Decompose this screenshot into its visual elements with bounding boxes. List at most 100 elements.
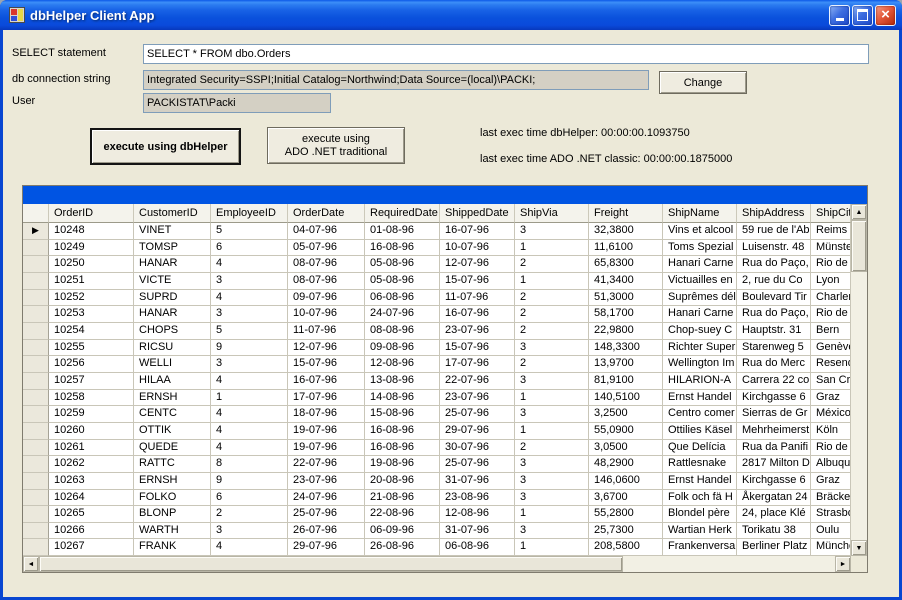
cell[interactable]: 6 — [211, 490, 288, 507]
column-header-shipvia[interactable]: ShipVia — [515, 204, 589, 223]
table-row[interactable]: 10261QUEDE419-07-9616-08-9630-07-9623,05… — [23, 440, 851, 457]
column-header-shipname[interactable]: ShipName — [663, 204, 737, 223]
cell[interactable]: 4 — [211, 290, 288, 307]
cell[interactable]: 19-07-96 — [288, 440, 365, 457]
cell[interactable]: 25-07-96 — [440, 406, 515, 423]
row-selector[interactable] — [23, 456, 49, 473]
row-selector[interactable] — [23, 406, 49, 423]
cell[interactable]: 10256 — [49, 356, 134, 373]
cell[interactable]: Chop-suey C — [663, 323, 737, 340]
cell[interactable]: 2, rue du Co — [737, 273, 811, 290]
table-row[interactable]: 10264FOLKO624-07-9621-08-9623-08-9633,67… — [23, 490, 851, 507]
horizontal-scrollbar[interactable]: ◄ ► — [23, 556, 867, 572]
cell[interactable]: 04-07-96 — [288, 223, 365, 240]
cell[interactable]: WELLI — [134, 356, 211, 373]
cell[interactable]: México — [811, 406, 851, 423]
cell[interactable]: Suprêmes dél — [663, 290, 737, 307]
cell[interactable]: 3 — [515, 223, 589, 240]
cell[interactable]: 29-07-96 — [288, 539, 365, 556]
column-header-orderdate[interactable]: OrderDate — [288, 204, 365, 223]
cell[interactable]: Rio de J — [811, 256, 851, 273]
cell[interactable]: 4 — [211, 539, 288, 556]
cell[interactable]: Mehrheimerst — [737, 423, 811, 440]
cell[interactable]: 3 — [211, 273, 288, 290]
cell[interactable]: 2 — [515, 440, 589, 457]
cell[interactable]: Berliner Platz — [737, 539, 811, 556]
cell[interactable]: Ottilies Käsel — [663, 423, 737, 440]
cell[interactable]: 4 — [211, 440, 288, 457]
cell[interactable]: VINET — [134, 223, 211, 240]
cell[interactable]: 3,2500 — [589, 406, 663, 423]
row-selector[interactable] — [23, 340, 49, 357]
cell[interactable]: 10-07-96 — [440, 240, 515, 257]
cell[interactable]: 10251 — [49, 273, 134, 290]
cell[interactable]: 9 — [211, 340, 288, 357]
cell[interactable]: 148,3300 — [589, 340, 663, 357]
cell[interactable]: 146,0600 — [589, 473, 663, 490]
cell[interactable]: 2 — [515, 306, 589, 323]
cell[interactable]: Ernst Handel — [663, 473, 737, 490]
cell[interactable]: 2 — [515, 323, 589, 340]
cell[interactable]: 10258 — [49, 390, 134, 407]
cell[interactable]: 8 — [211, 456, 288, 473]
vertical-scroll-track[interactable] — [851, 272, 867, 540]
cell[interactable]: Graz — [811, 390, 851, 407]
table-row[interactable]: 10260OTTIK419-07-9616-08-9629-07-96155,0… — [23, 423, 851, 440]
scroll-up-button[interactable]: ▲ — [851, 204, 867, 220]
cell[interactable]: Münster — [811, 240, 851, 257]
cell[interactable]: Blondel père — [663, 506, 737, 523]
execute-ado-button[interactable]: execute using ADO .NET traditional — [267, 127, 405, 164]
table-row[interactable]: 10265BLONP225-07-9622-08-9612-08-96155,2… — [23, 506, 851, 523]
cell[interactable]: 4 — [211, 406, 288, 423]
cell[interactable]: Rio de J — [811, 306, 851, 323]
cell[interactable]: 24-07-96 — [288, 490, 365, 507]
cell[interactable]: 10259 — [49, 406, 134, 423]
scroll-left-button[interactable]: ◄ — [23, 556, 39, 572]
table-row[interactable]: 10258ERNSH117-07-9614-08-9623-07-961140,… — [23, 390, 851, 407]
cell[interactable]: 26-07-96 — [288, 523, 365, 540]
cell[interactable]: Hanari Carne — [663, 256, 737, 273]
cell[interactable]: 10267 — [49, 539, 134, 556]
cell[interactable]: 23-07-96 — [288, 473, 365, 490]
cell[interactable]: Frankenversa — [663, 539, 737, 556]
cell[interactable]: 16-07-96 — [440, 306, 515, 323]
cell[interactable]: 12-07-96 — [440, 256, 515, 273]
table-row[interactable]: 10262RATTC822-07-9619-08-9625-07-96348,2… — [23, 456, 851, 473]
cell[interactable]: Rua do Merc — [737, 356, 811, 373]
cell[interactable]: Kirchgasse 6 — [737, 473, 811, 490]
cell[interactable]: 11-07-96 — [440, 290, 515, 307]
cell[interactable]: 08-07-96 — [288, 256, 365, 273]
row-selector[interactable] — [23, 256, 49, 273]
column-header-orderid[interactable]: OrderID — [49, 204, 134, 223]
cell[interactable]: Richter Super — [663, 340, 737, 357]
user-input[interactable] — [143, 93, 331, 113]
cell[interactable]: 65,8300 — [589, 256, 663, 273]
cell[interactable]: 59 rue de l'Ab — [737, 223, 811, 240]
cell[interactable]: 15-07-96 — [288, 356, 365, 373]
cell[interactable]: Carrera 22 co — [737, 373, 811, 390]
cell[interactable]: 4 — [211, 423, 288, 440]
cell[interactable]: QUEDE — [134, 440, 211, 457]
cell[interactable]: Torikatu 38 — [737, 523, 811, 540]
cell[interactable]: 32,3800 — [589, 223, 663, 240]
close-button[interactable]: × — [875, 5, 896, 26]
cell[interactable]: VICTE — [134, 273, 211, 290]
select-statement-input[interactable] — [143, 44, 869, 64]
cell[interactable]: 16-08-96 — [365, 240, 440, 257]
row-selector[interactable] — [23, 290, 49, 307]
table-row[interactable]: 10263ERNSH923-07-9620-08-9631-07-963146,… — [23, 473, 851, 490]
cell[interactable]: 1 — [515, 240, 589, 257]
cell[interactable]: 1 — [515, 506, 589, 523]
cell[interactable]: 11,6100 — [589, 240, 663, 257]
table-row[interactable]: 10259CENTC418-07-9615-08-9625-07-9633,25… — [23, 406, 851, 423]
cell[interactable]: 1 — [211, 390, 288, 407]
row-selector[interactable] — [23, 473, 49, 490]
cell[interactable]: 06-08-96 — [365, 290, 440, 307]
vertical-scrollbar[interactable]: ▲ ▼ — [851, 204, 867, 556]
cell[interactable]: 08-08-96 — [365, 323, 440, 340]
cell[interactable]: 05-08-96 — [365, 273, 440, 290]
row-selector[interactable] — [23, 240, 49, 257]
cell[interactable]: TOMSP — [134, 240, 211, 257]
cell[interactable]: Albuque — [811, 456, 851, 473]
cell[interactable]: 15-07-96 — [440, 340, 515, 357]
